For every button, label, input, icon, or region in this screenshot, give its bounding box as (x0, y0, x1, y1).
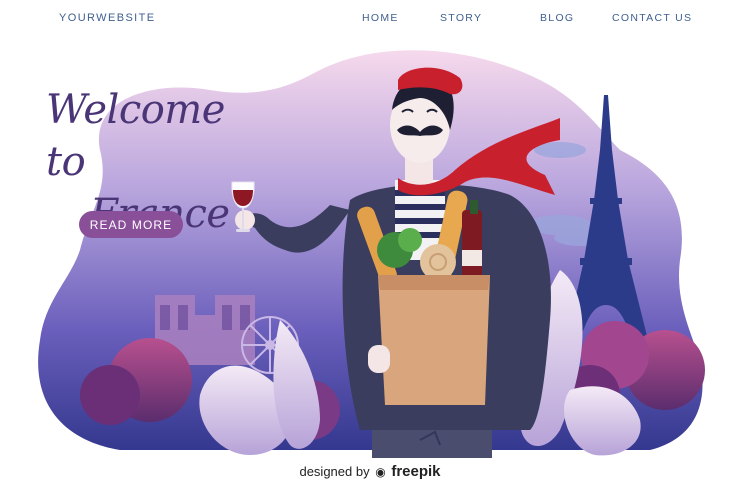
read-more-button[interactable]: READ MORE (79, 211, 183, 238)
hero-illustration (38, 50, 705, 458)
credit-brand[interactable]: freepik (391, 463, 440, 480)
credit-line: designed by ◉ freepik (0, 463, 740, 480)
freepik-logo-icon: ◉ (375, 465, 386, 479)
man-hand (368, 345, 390, 373)
credit-prefix: designed by (299, 464, 370, 479)
hero-title-line1: Welcome to (46, 87, 225, 185)
